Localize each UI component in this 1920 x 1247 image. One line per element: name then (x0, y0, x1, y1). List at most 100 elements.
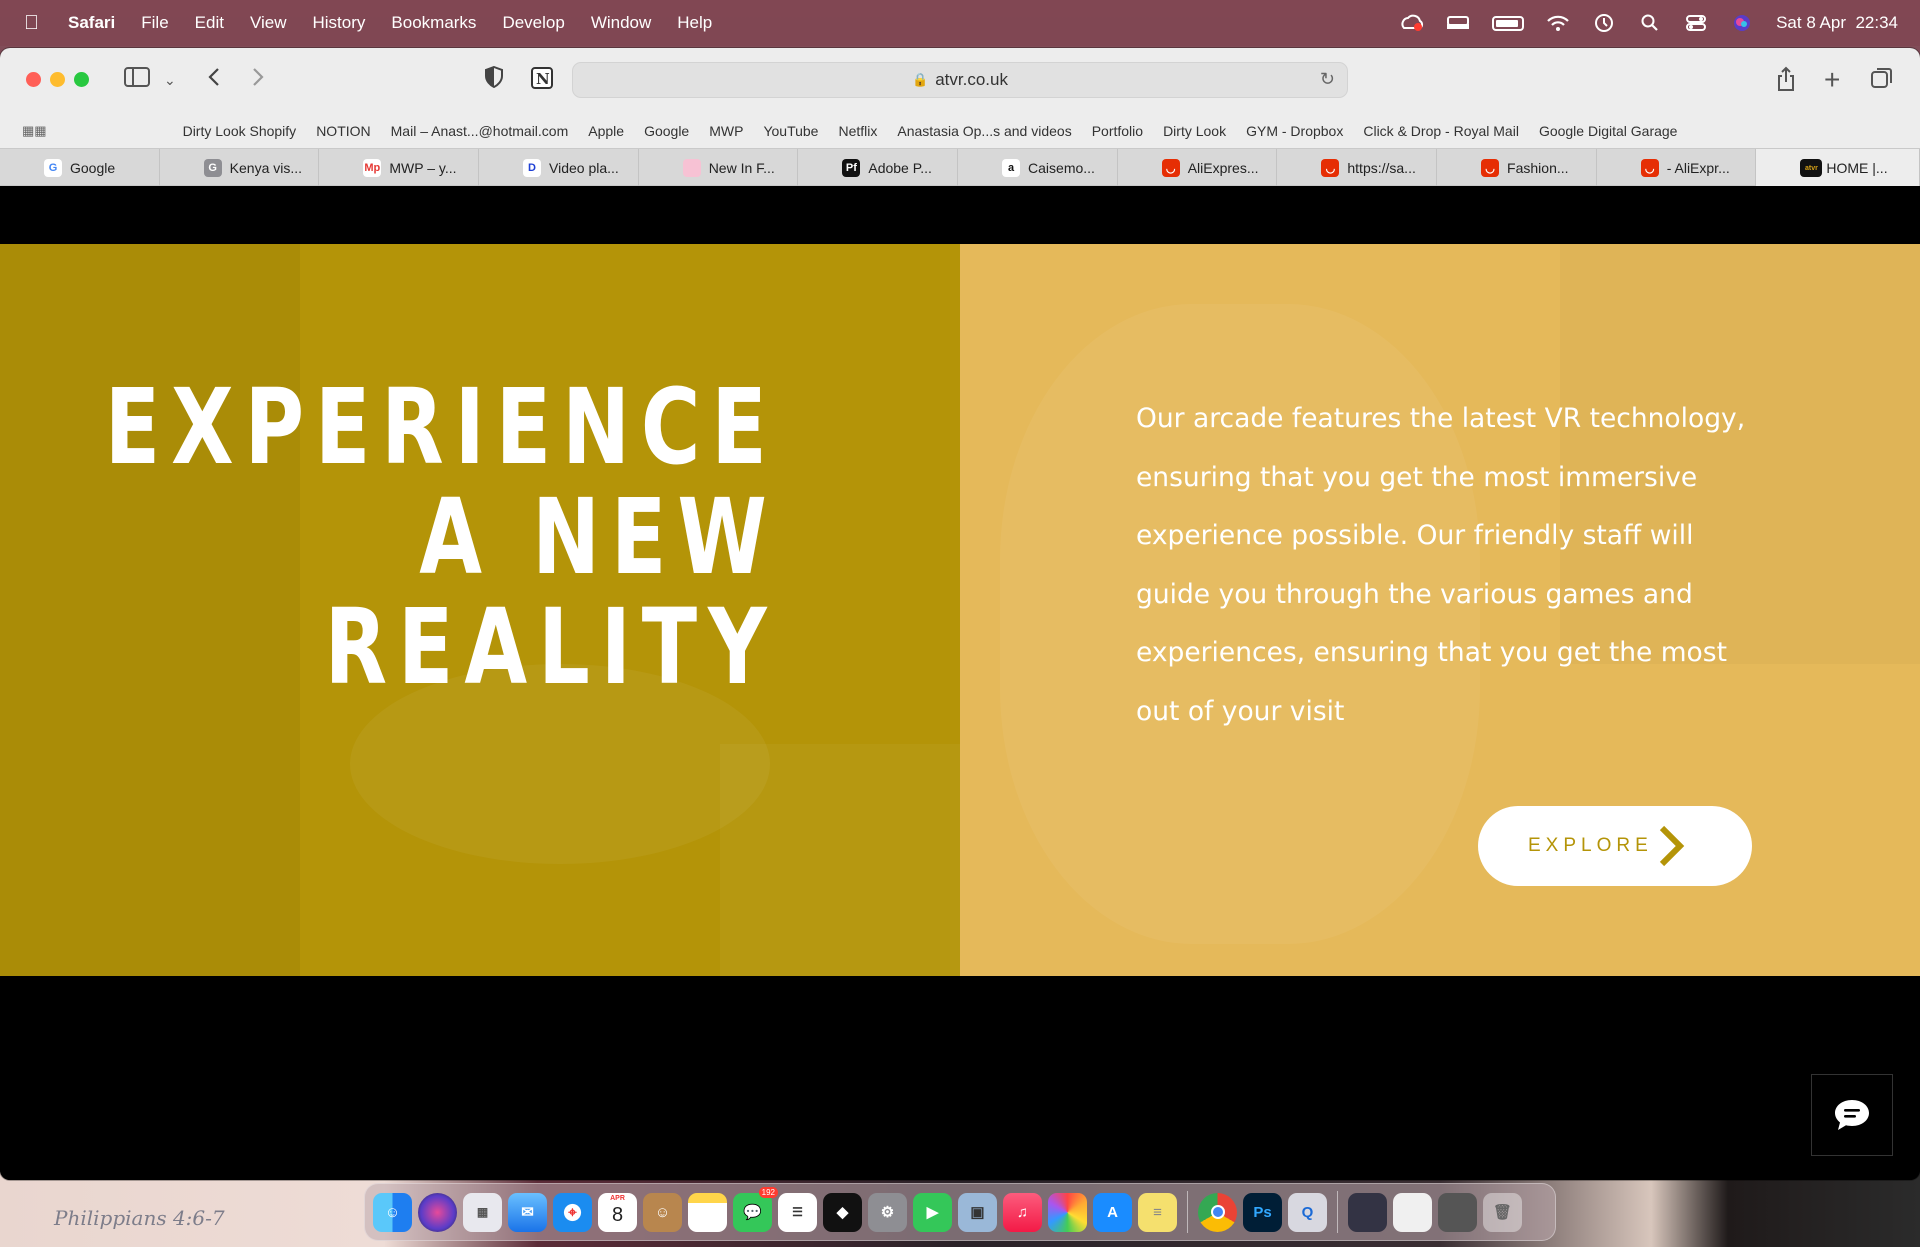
atvr-icon: atvr (1800, 159, 1823, 177)
menu-view[interactable]: View (250, 13, 287, 33)
menu-help[interactable]: Help (677, 13, 712, 33)
chevron-down-icon[interactable]: ⌄ (164, 66, 176, 94)
hero-title: EXPERIENCE A NEW REALITY (105, 372, 778, 702)
browser-tab[interactable]: ◡ https://sa... (1277, 149, 1438, 186)
wifi-icon[interactable] (1546, 14, 1570, 32)
menu-edit[interactable]: Edit (195, 13, 224, 33)
photoshop-icon[interactable]: Ps (1243, 1192, 1282, 1232)
explore-button[interactable]: EXPLORE (1478, 806, 1752, 886)
creative-cloud-icon[interactable] (1400, 14, 1424, 32)
browser-tab[interactable]: Mp MWP – y... (319, 149, 480, 186)
siri-app-icon[interactable] (418, 1192, 457, 1232)
browser-tab[interactable]: a Caisemo... (958, 149, 1118, 186)
tidal-icon[interactable]: ◆ (823, 1192, 862, 1232)
browser-tab[interactable]: G Kenya vis... (160, 149, 320, 186)
bookmark-item[interactable]: Google Digital Garage (1539, 123, 1678, 139)
chat-bubble-icon (1835, 1100, 1869, 1130)
bookmark-item[interactable]: Dirty Look Shopify (183, 123, 297, 139)
finder-icon[interactable]: ☺ (373, 1192, 412, 1232)
launchpad-icon[interactable]: ▦ (463, 1192, 502, 1232)
minimized-window-icon[interactable] (1393, 1192, 1432, 1232)
safari-icon[interactable]: ⌖ (553, 1192, 592, 1232)
svg-text:N: N (536, 70, 550, 88)
time-machine-icon[interactable] (1592, 14, 1616, 32)
trash-icon[interactable]: 🗑 (1483, 1192, 1522, 1232)
messages-icon[interactable]: 💬 192 (733, 1186, 778, 1232)
bookmark-item[interactable]: Netflix (838, 123, 877, 139)
menu-history[interactable]: History (313, 13, 366, 33)
privacy-shield-icon[interactable] (484, 65, 504, 95)
contacts-icon[interactable]: ☺ (643, 1192, 682, 1232)
reload-icon[interactable]: ↻ (1320, 69, 1335, 90)
bookmark-item[interactable]: GYM - Dropbox (1246, 123, 1343, 139)
tab-overview-icon[interactable] (1870, 66, 1894, 97)
bookmark-item[interactable]: Portfolio (1092, 123, 1143, 139)
forward-button[interactable] (250, 66, 266, 95)
browser-tab[interactable]: ◡ AliExpres... (1118, 149, 1278, 186)
mail-icon[interactable]: ✉ (508, 1192, 547, 1232)
apple-menu-icon[interactable]:  (24, 12, 50, 35)
photos-icon[interactable] (1048, 1192, 1087, 1232)
control-center-icon[interactable] (1684, 14, 1708, 32)
bookmark-item[interactable]: Google (644, 123, 689, 139)
preview-icon[interactable]: ▣ (958, 1192, 997, 1232)
music-icon[interactable]: ♫ (1003, 1192, 1042, 1232)
menu-develop[interactable]: Develop (502, 13, 564, 33)
address-bar[interactable]: 🔒 atvr.co.uk ↻ (572, 62, 1348, 98)
sidebar-toggle-icon[interactable] (124, 66, 150, 95)
browser-tab[interactable]: D Video pla... (479, 149, 639, 186)
share-icon[interactable] (1776, 66, 1796, 99)
chrome-icon[interactable] (1198, 1192, 1237, 1232)
browser-tab[interactable]: ◡ Fashion... (1437, 149, 1597, 186)
new-tab-icon[interactable]: + (1824, 66, 1840, 94)
siri-icon[interactable] (1730, 14, 1754, 32)
app-store-icon[interactable]: A (1093, 1192, 1132, 1232)
menu-window[interactable]: Window (591, 13, 651, 33)
browser-tab[interactable]: atvr HOME |... (1756, 149, 1920, 186)
menu-bookmarks[interactable]: Bookmarks (391, 13, 476, 33)
minimized-window-icon[interactable] (1348, 1192, 1387, 1232)
menu-file[interactable]: File (141, 13, 168, 33)
stickies-icon[interactable]: ≡ (1138, 1192, 1177, 1232)
lock-icon: 🔒 (912, 72, 929, 87)
calendar-month: APR (610, 1194, 625, 1202)
spotlight-search-icon[interactable] (1638, 14, 1662, 32)
fullscreen-window-button[interactable] (74, 72, 89, 87)
bookmark-item[interactable]: Apple (588, 123, 624, 139)
browser-tab[interactable]: ◡ - AliExpr... (1597, 149, 1757, 186)
bookmark-item[interactable]: Mail – Anast...@hotmail.com (391, 123, 569, 139)
facetime-icon[interactable]: ▶ (913, 1192, 952, 1232)
aliexpress-icon: ◡ (1321, 159, 1340, 177)
aliexpress-icon: ◡ (1161, 159, 1180, 177)
bookmark-item[interactable]: YouTube (763, 123, 818, 139)
bed-icon[interactable] (1446, 14, 1470, 32)
browser-tab[interactable]: New In F... (639, 149, 799, 186)
menubar-datetime[interactable]: Sat 8 Apr 22:34 (1776, 13, 1898, 33)
back-button[interactable] (206, 66, 222, 95)
browser-tab[interactable]: Pf Adobe P... (798, 149, 959, 186)
close-window-button[interactable] (26, 72, 41, 87)
bookmark-item[interactable]: NOTION (316, 123, 370, 139)
calendar-icon[interactable]: APR 8 (598, 1192, 637, 1232)
minimized-window-icon[interactable] (1438, 1192, 1477, 1232)
bookmark-item[interactable]: Anastasia Op...s and videos (897, 123, 1071, 139)
battery-icon[interactable] (1492, 15, 1525, 31)
bookmark-item[interactable]: MWP (709, 123, 743, 139)
window-controls (26, 72, 89, 87)
browser-toolbar: ⌄ N 🔒 atvr.co.uk ↻ + (0, 48, 1920, 114)
tab-label: AliExpres... (1187, 159, 1259, 176)
browser-tab[interactable]: G Google (0, 149, 160, 186)
bookmark-item[interactable]: Click & Drop - Royal Mail (1363, 123, 1519, 139)
hero-description: Our arcade features the latest VR techno… (1136, 403, 1746, 727)
grid-icon[interactable]: ▦▦ (22, 123, 47, 139)
menu-app-name[interactable]: Safari (68, 13, 115, 33)
notes-icon[interactable] (688, 1192, 727, 1232)
chat-button[interactable] (1811, 1074, 1893, 1156)
settings-icon[interactable]: ⚙ (868, 1192, 907, 1232)
tab-label: Video pla... (549, 159, 619, 176)
reminders-icon[interactable]: ☰ (778, 1192, 817, 1232)
quicktime-icon[interactable]: Q (1288, 1192, 1327, 1232)
minimize-window-button[interactable] (50, 72, 65, 87)
notion-extension-icon[interactable]: N (530, 66, 554, 97)
bookmark-item[interactable]: Dirty Look (1163, 123, 1226, 139)
